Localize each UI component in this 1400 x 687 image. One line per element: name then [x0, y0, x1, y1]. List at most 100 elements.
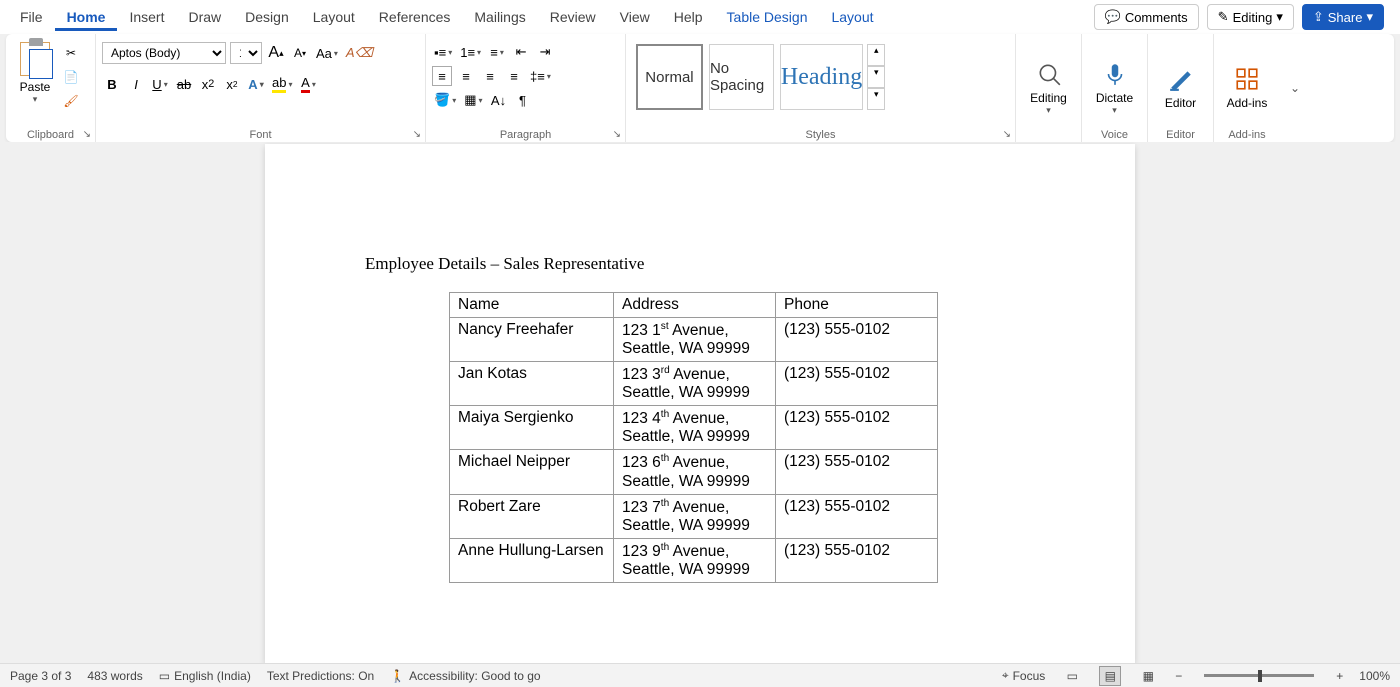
table-row[interactable]: Maiya Sergienko123 4th Avenue, Seattle, …: [450, 406, 938, 450]
superscript-button[interactable]: x2: [222, 74, 242, 94]
tab-help[interactable]: Help: [662, 3, 715, 31]
align-right-button[interactable]: ≡: [480, 66, 500, 86]
web-layout-button[interactable]: ▦: [1137, 666, 1159, 686]
font-name-select[interactable]: Aptos (Body): [102, 42, 226, 64]
tab-design[interactable]: Design: [233, 3, 301, 31]
style-normal[interactable]: Normal: [636, 44, 703, 110]
shrink-font-button[interactable]: A▾: [290, 43, 310, 63]
tab-file[interactable]: File: [8, 3, 55, 31]
dictate-button[interactable]: Dictate ▾ Voice: [1082, 34, 1148, 142]
cell-address[interactable]: 123 9th Avenue, Seattle, WA 99999: [614, 538, 776, 582]
bold-button[interactable]: B: [102, 74, 122, 94]
cell-phone[interactable]: (123) 555-0102: [776, 538, 938, 582]
line-spacing-button[interactable]: ‡≡▾: [528, 66, 553, 86]
table-row[interactable]: Jan Kotas123 3rd Avenue, Seattle, WA 999…: [450, 362, 938, 406]
addins-button[interactable]: Add-ins Add-ins: [1214, 34, 1280, 142]
styles-scroll-up[interactable]: ▴: [867, 44, 885, 66]
tab-review[interactable]: Review: [538, 3, 608, 31]
tab-draw[interactable]: Draw: [176, 3, 233, 31]
focus-button[interactable]: ⌖Focus: [1002, 668, 1045, 683]
clear-formatting-button[interactable]: A⌫: [344, 43, 375, 63]
table-row[interactable]: Michael Neipper123 6th Avenue, Seattle, …: [450, 450, 938, 494]
tab-table-layout[interactable]: Layout: [819, 3, 885, 31]
show-marks-button[interactable]: ¶: [513, 90, 533, 110]
tab-insert[interactable]: Insert: [117, 3, 176, 31]
tab-home[interactable]: Home: [55, 3, 118, 31]
cell-phone[interactable]: (123) 555-0102: [776, 362, 938, 406]
tab-layout[interactable]: Layout: [301, 3, 367, 31]
font-color-button[interactable]: A▾: [298, 74, 318, 94]
text-predictions-button[interactable]: Text Predictions: On: [267, 669, 374, 683]
paste-button[interactable]: Paste ▾: [12, 38, 58, 110]
tab-table-design[interactable]: Table Design: [715, 3, 820, 31]
increase-indent-button[interactable]: ⇥: [535, 42, 555, 62]
page[interactable]: Employee Details – Sales Representative …: [265, 144, 1135, 663]
format-painter-button[interactable]: 🖌: [62, 92, 80, 110]
dialog-launcher-clipboard[interactable]: ↘: [83, 129, 91, 140]
cell-phone[interactable]: (123) 555-0102: [776, 318, 938, 362]
text-effects-button[interactable]: A▾: [246, 74, 266, 94]
font-size-select[interactable]: 11: [230, 42, 262, 64]
style-no-spacing[interactable]: No Spacing: [709, 44, 774, 110]
subscript-button[interactable]: x2: [198, 74, 218, 94]
multilevel-list-button[interactable]: ≡▾: [487, 42, 507, 62]
decrease-indent-button[interactable]: ⇤: [511, 42, 531, 62]
col-phone[interactable]: Phone: [776, 293, 938, 318]
styles-scroll-down[interactable]: ▾: [867, 66, 885, 88]
language-button[interactable]: ▭English (India): [159, 669, 251, 683]
change-case-button[interactable]: Aa▾: [314, 43, 340, 63]
employee-table[interactable]: Name Address Phone Nancy Freehafer123 1s…: [449, 292, 938, 583]
editing-mode-button[interactable]: ✎ Editing ▾: [1207, 4, 1294, 30]
print-layout-button[interactable]: ▤: [1099, 666, 1121, 686]
dialog-launcher-font[interactable]: ↘: [413, 129, 421, 140]
zoom-thumb[interactable]: [1258, 670, 1262, 682]
zoom-out-button[interactable]: −: [1175, 669, 1182, 683]
cell-name[interactable]: Robert Zare: [450, 494, 614, 538]
underline-button[interactable]: U▾: [150, 74, 170, 94]
page-heading[interactable]: Employee Details – Sales Representative: [365, 254, 1035, 274]
cell-phone[interactable]: (123) 555-0102: [776, 494, 938, 538]
table-header-row[interactable]: Name Address Phone: [450, 293, 938, 318]
col-name[interactable]: Name: [450, 293, 614, 318]
bullets-button[interactable]: ▪≡▾: [432, 42, 454, 62]
strikethrough-button[interactable]: ab: [174, 74, 194, 94]
zoom-in-button[interactable]: +: [1336, 669, 1343, 683]
copy-button[interactable]: 📄: [62, 68, 80, 86]
document-area[interactable]: Employee Details – Sales Representative …: [0, 142, 1400, 663]
tab-references[interactable]: References: [367, 3, 463, 31]
align-left-button[interactable]: ≡: [432, 66, 452, 86]
borders-button[interactable]: ▦▾: [462, 90, 484, 110]
cell-phone[interactable]: (123) 555-0102: [776, 406, 938, 450]
zoom-level[interactable]: 100%: [1359, 669, 1390, 683]
cell-address[interactable]: 123 7th Avenue, Seattle, WA 99999: [614, 494, 776, 538]
col-address[interactable]: Address: [614, 293, 776, 318]
word-count[interactable]: 483 words: [87, 669, 142, 683]
cell-address[interactable]: 123 4th Avenue, Seattle, WA 99999: [614, 406, 776, 450]
share-button[interactable]: ⇪ Share ▾: [1302, 4, 1384, 30]
tab-view[interactable]: View: [608, 3, 662, 31]
style-heading1[interactable]: Heading: [780, 44, 863, 110]
editing-button[interactable]: Editing ▾: [1016, 34, 1082, 142]
cell-phone[interactable]: (123) 555-0102: [776, 450, 938, 494]
table-row[interactable]: Nancy Freehafer123 1st Avenue, Seattle, …: [450, 318, 938, 362]
cell-name[interactable]: Jan Kotas: [450, 362, 614, 406]
cell-name[interactable]: Michael Neipper: [450, 450, 614, 494]
cell-name[interactable]: Maiya Sergienko: [450, 406, 614, 450]
editor-button[interactable]: Editor Editor: [1148, 34, 1214, 142]
table-row[interactable]: Anne Hullung-Larsen123 9th Avenue, Seatt…: [450, 538, 938, 582]
tab-mailings[interactable]: Mailings: [462, 3, 537, 31]
dialog-launcher-paragraph[interactable]: ↘: [613, 129, 621, 140]
styles-expand[interactable]: ▾: [867, 88, 885, 110]
accessibility-button[interactable]: 🚶Accessibility: Good to go: [390, 669, 540, 683]
zoom-slider[interactable]: [1204, 674, 1314, 677]
cell-address[interactable]: 123 6th Avenue, Seattle, WA 99999: [614, 450, 776, 494]
cell-address[interactable]: 123 3rd Avenue, Seattle, WA 99999: [614, 362, 776, 406]
dialog-launcher-styles[interactable]: ↘: [1003, 129, 1011, 140]
table-row[interactable]: Robert Zare123 7th Avenue, Seattle, WA 9…: [450, 494, 938, 538]
shading-button[interactable]: 🪣▾: [432, 90, 458, 110]
grow-font-button[interactable]: A▴: [266, 43, 286, 63]
cell-name[interactable]: Nancy Freehafer: [450, 318, 614, 362]
justify-button[interactable]: ≡: [504, 66, 524, 86]
italic-button[interactable]: I: [126, 74, 146, 94]
cell-name[interactable]: Anne Hullung-Larsen: [450, 538, 614, 582]
